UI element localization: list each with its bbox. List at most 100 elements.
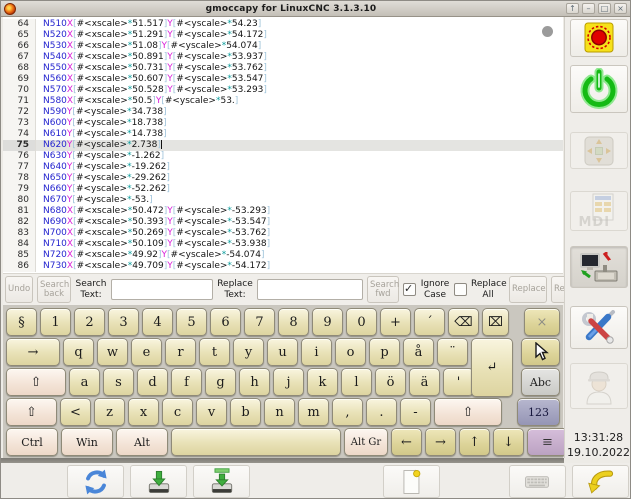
key-<[interactable]: <	[60, 398, 91, 426]
key-¨[interactable]: ¨	[437, 338, 468, 366]
abc-layout-key[interactable]: Abc	[521, 368, 560, 396]
space-key[interactable]	[171, 428, 341, 456]
code-line[interactable]: 76N630Y[#<yscale>*-1.262]	[3, 151, 563, 162]
enter-key[interactable]: ↵	[471, 338, 513, 397]
key-w[interactable]: w	[97, 338, 128, 366]
key-8[interactable]: 8	[278, 308, 309, 336]
key-a[interactable]: a	[69, 368, 100, 396]
shift-left-key[interactable]: ⇧	[6, 398, 57, 426]
key-t[interactable]: t	[199, 338, 230, 366]
down-arrow-key[interactable]: ↓	[493, 428, 524, 456]
key-r[interactable]: r	[165, 338, 196, 366]
key-s[interactable]: s	[103, 368, 134, 396]
delete-key[interactable]: ⌧	[482, 308, 509, 336]
app-icon[interactable]	[4, 3, 16, 15]
code-line[interactable]: 65N520X[#<xscale>*51.291]Y[#<yscale>*54.…	[3, 30, 563, 41]
key-4[interactable]: 4	[142, 308, 173, 336]
undo-button[interactable]: Undo	[5, 276, 33, 303]
key-n[interactable]: n	[264, 398, 295, 426]
key-7[interactable]: 7	[244, 308, 275, 336]
code-line[interactable]: 68N550X[#<xscale>*50.731]Y[#<yscale>*53.…	[3, 63, 563, 74]
scrollbar-thumb[interactable]	[542, 26, 553, 37]
key-z[interactable]: z	[94, 398, 125, 426]
search-input[interactable]	[111, 279, 213, 300]
code-line[interactable]: 82N690X[#<xscale>*50.393]Y[#<yscale>*-53…	[3, 217, 563, 228]
keyboard-toggle-button[interactable]	[509, 465, 566, 498]
key-b[interactable]: b	[230, 398, 261, 426]
caps-shift-key[interactable]: ⇧	[6, 368, 66, 396]
settings-button[interactable]	[570, 306, 628, 349]
back-button[interactable]	[572, 465, 629, 498]
key-k[interactable]: k	[307, 368, 338, 396]
code-line[interactable]: 83N700X[#<xscale>*50.269]Y[#<yscale>*-53…	[3, 228, 563, 239]
code-line[interactable]: 70N570X[#<xscale>*50.528]Y[#<yscale>*53.…	[3, 85, 563, 96]
gcode-editor[interactable]: 64N510X[#<xscale>*51.517]Y[#<yscale>*54.…	[3, 17, 563, 273]
key-x[interactable]: x	[128, 398, 159, 426]
maximize-button[interactable]: □	[598, 3, 611, 14]
numeric-layout-key[interactable]: 123	[517, 398, 560, 426]
key-0[interactable]: 0	[346, 308, 377, 336]
key-1[interactable]: 1	[40, 308, 71, 336]
code-line[interactable]: 69N560X[#<xscale>*50.607]Y[#<yscale>*53.…	[3, 74, 563, 85]
minimize-button[interactable]: –	[582, 3, 595, 14]
code-line[interactable]: 71N580X[#<xscale>*50.5]Y[#<yscale>*53.]	[3, 96, 563, 107]
code-line[interactable]: 78N650Y[#<yscale>*-29.262]	[3, 173, 563, 184]
replace-input[interactable]	[257, 279, 363, 300]
code-line[interactable]: 72N590Y[#<yscale>*34.738]	[3, 107, 563, 118]
code-line[interactable]: 74N610Y[#<yscale>*14.738]	[3, 129, 563, 140]
code-line[interactable]: 73N600Y[#<yscale>*18.738]	[3, 118, 563, 129]
key-6[interactable]: 6	[210, 308, 241, 336]
backspace-key[interactable]: ⌫	[448, 308, 479, 336]
code-line[interactable]: 86N730X[#<xscale>*49.709]Y[#<yscale>*-54…	[3, 261, 563, 272]
key-9[interactable]: 9	[312, 308, 343, 336]
user-button[interactable]	[570, 363, 628, 409]
key-å[interactable]: å	[403, 338, 434, 366]
key-3[interactable]: 3	[108, 308, 139, 336]
mdi-mode-button[interactable]: MDI	[570, 191, 628, 231]
menu-key[interactable]: ≡	[527, 428, 568, 456]
key-e[interactable]: e	[131, 338, 162, 366]
machine-on-button[interactable]	[570, 65, 628, 113]
key-i[interactable]: i	[301, 338, 332, 366]
key-g[interactable]: g	[205, 368, 236, 396]
win-key[interactable]: Win	[61, 428, 113, 456]
code-line[interactable]: 80N670Y[#<yscale>*-53.]	[3, 195, 563, 206]
pointer-mode-key[interactable]	[521, 338, 560, 366]
key-'[interactable]: '	[443, 368, 474, 396]
close-button[interactable]: ×	[614, 3, 627, 14]
key-,[interactable]: ,	[332, 398, 363, 426]
key-.[interactable]: .	[366, 398, 397, 426]
code-line[interactable]: 75N620Y[#<yscale>*2.738]	[3, 140, 563, 151]
code-line[interactable]: 79N660Y[#<yscale>*-52.262]	[3, 184, 563, 195]
altgr-key[interactable]: Alt Gr	[344, 428, 388, 456]
key-h[interactable]: h	[239, 368, 270, 396]
code-line[interactable]: 66N530X[#<xscale>*51.08]Y[#<yscale>*54.0…	[3, 41, 563, 52]
estop-button[interactable]	[570, 19, 628, 57]
close-keyboard-key[interactable]: ×	[524, 308, 560, 336]
key-y[interactable]: y	[233, 338, 264, 366]
key-p[interactable]: p	[369, 338, 400, 366]
code-line[interactable]: 81N680X[#<xscale>*50.472]Y[#<yscale>*-53…	[3, 206, 563, 217]
key-§[interactable]: §	[6, 308, 37, 336]
key-+[interactable]: +	[380, 308, 411, 336]
key-´[interactable]: ´	[414, 308, 445, 336]
code-line[interactable]: 77N640Y[#<yscale>*-19.262]	[3, 162, 563, 173]
key-q[interactable]: q	[63, 338, 94, 366]
key-ö[interactable]: ö	[375, 368, 406, 396]
tab-key[interactable]: →	[6, 338, 60, 366]
left-arrow-key[interactable]: ←	[391, 428, 422, 456]
alt-key[interactable]: Alt	[116, 428, 168, 456]
replace-button[interactable]: Replace	[509, 276, 547, 303]
shift-right-key[interactable]: ⇧	[434, 398, 502, 426]
key-l[interactable]: l	[341, 368, 372, 396]
key-5[interactable]: 5	[176, 308, 207, 336]
ctrl-key[interactable]: Ctrl	[6, 428, 58, 456]
reload-file-button[interactable]	[67, 465, 124, 498]
new-file-button[interactable]	[383, 465, 440, 498]
key-f[interactable]: f	[171, 368, 202, 396]
save-as-button[interactable]	[193, 465, 250, 498]
key-j[interactable]: j	[273, 368, 304, 396]
key-2[interactable]: 2	[74, 308, 105, 336]
search-fwd-button[interactable]: Search fwd	[367, 276, 399, 303]
right-arrow-key[interactable]: →	[425, 428, 456, 456]
